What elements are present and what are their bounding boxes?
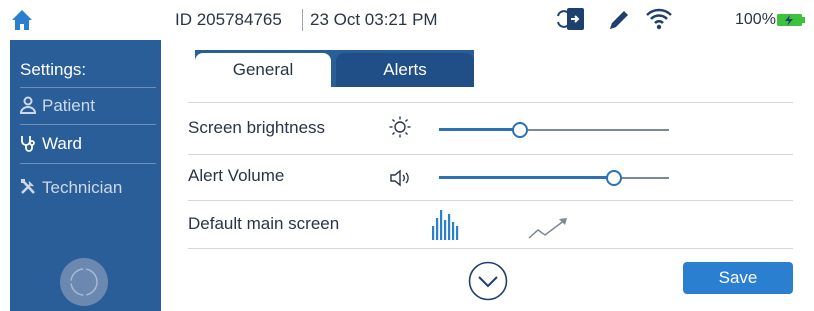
brightness-slider[interactable] — [439, 120, 669, 140]
tools-icon — [21, 179, 35, 194]
tab-alerts[interactable]: Alerts — [336, 53, 474, 87]
sidebar-item-label: Patient — [42, 96, 95, 115]
settings-sidebar: Settings: Patient Ward Technician — [10, 40, 161, 311]
brightness-label: Screen brightness — [188, 118, 326, 137]
chevron-down-circle-icon[interactable] — [468, 261, 508, 301]
sidebar-item-technician[interactable]: Technician — [10, 172, 161, 204]
slider-fill — [439, 176, 614, 179]
sidebar-knob[interactable] — [60, 258, 108, 306]
slider-thumb[interactable] — [511, 122, 528, 138]
divider — [20, 163, 156, 164]
divider — [20, 124, 156, 125]
speaker-icon — [390, 169, 409, 187]
save-button[interactable]: Save — [683, 262, 793, 294]
pen-icon[interactable] — [606, 7, 632, 33]
slider-thumb[interactable] — [605, 170, 622, 186]
tab-general[interactable]: General — [195, 53, 331, 87]
circle-arrows-icon — [70, 268, 98, 296]
wifi-icon — [646, 8, 672, 30]
divider — [20, 87, 156, 88]
settings-panel: Alerts General Screen brightness Alert V… — [171, 50, 799, 311]
tab-bar-spacer — [474, 50, 799, 87]
sidebar-item-ward[interactable]: Ward — [10, 128, 161, 160]
device-id: ID 205784765 — [175, 10, 282, 29]
alert-volume-label: Alert Volume — [188, 166, 285, 185]
battery-charging-icon — [777, 14, 805, 26]
sidebar-title: Settings: — [20, 60, 87, 79]
divider — [188, 102, 793, 103]
battery-percent: 100% — [735, 11, 776, 28]
divider — [188, 200, 793, 201]
home-icon[interactable] — [11, 9, 33, 31]
divider — [188, 248, 793, 249]
tab-bar-spacer — [171, 50, 195, 87]
sidebar-item-label: Ward — [42, 134, 82, 153]
sidebar-item-label: Technician — [42, 178, 123, 197]
status-bar: ID 205784765 23 Oct 03:21 PM 100% — [0, 0, 814, 40]
separator — [302, 9, 303, 31]
bar-chart-icon[interactable] — [431, 208, 461, 240]
sync-icon[interactable] — [556, 6, 586, 32]
alert-volume-slider[interactable] — [439, 168, 669, 188]
trend-line-icon[interactable] — [528, 216, 570, 240]
default-main-screen-label: Default main screen — [188, 214, 340, 233]
sun-icon — [389, 116, 411, 138]
sidebar-item-patient[interactable]: Patient — [10, 90, 161, 122]
divider — [188, 154, 793, 155]
stethoscope-icon — [21, 136, 35, 152]
datetime: 23 Oct 03:21 PM — [310, 10, 438, 29]
slider-fill — [439, 128, 520, 131]
person-icon — [19, 96, 37, 114]
